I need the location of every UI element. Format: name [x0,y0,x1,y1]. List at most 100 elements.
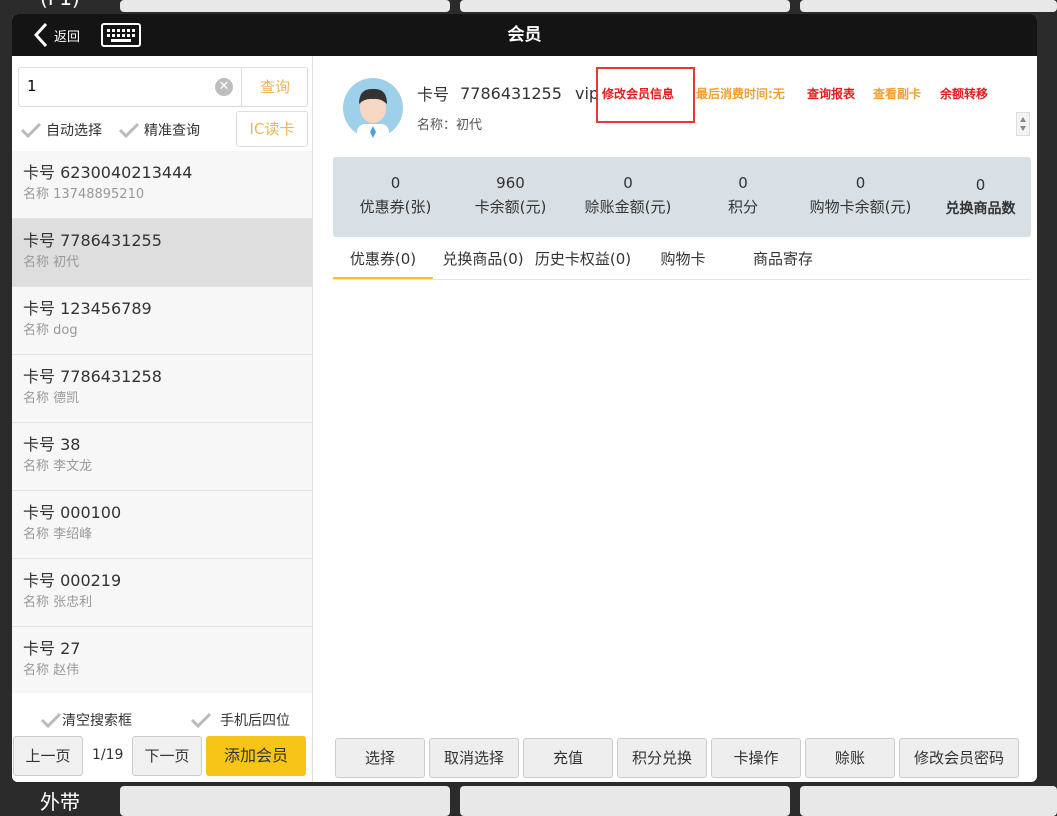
member-card-number: 卡号 27 [23,639,81,658]
member-card-number: 卡号 000219 [23,571,122,590]
stat-value: 0 [623,174,633,192]
member-list-item[interactable]: 卡号 123456789 名称 dog [12,287,312,355]
view-sub-card-link[interactable]: 查看副卡 [873,85,921,102]
member-card-number: 卡号 000100 [23,503,122,522]
stat-label: 兑换商品数 [945,201,1016,217]
detail-tab[interactable]: 购物卡 [643,243,723,277]
stat-label: 积分 [727,198,758,216]
member-name: 名称 李文龙 [23,459,93,474]
add-member-button[interactable]: 添加会员 [206,736,306,776]
background-tile [120,786,450,816]
action-button[interactable]: 选择 [335,738,425,778]
background-label-top: (F1) [40,0,80,10]
list-options: 清空搜索框 手机后四位 [12,708,312,732]
detail-tab[interactable]: 优惠券(0) [333,243,433,279]
edit-member-info-link[interactable]: 修改会员信息 [602,85,674,102]
member-list-item[interactable]: 卡号 000219 名称 张忠利 [12,559,312,627]
stat-label: 卡余额(元) [474,198,547,216]
page-indicator: 1/19 [92,747,124,763]
check-icon [118,122,140,139]
member-card-number: 卡号 38 [23,435,81,454]
action-button[interactable]: 取消选择 [429,738,519,778]
stat-value: 0 [390,174,401,192]
member-level: vip [575,83,600,103]
dialog-title: 会员 [507,25,542,45]
prev-page-button[interactable]: 上一页 [13,736,83,776]
scroll-spinner[interactable] [1016,112,1030,136]
ic-read-card-button[interactable]: IC读卡 [236,111,308,147]
background-tile [460,786,790,816]
title-bar: 返回 会员 [12,14,1037,56]
background-tile [120,0,450,12]
member-name: 名称 初代 [23,255,80,270]
clear-search-option[interactable]: 清空搜索框 [40,708,132,732]
card-number: 7786431255 [460,83,562,103]
query-button[interactable]: 查询 [241,68,308,106]
member-list-item[interactable]: 卡号 000100 名称 李绍峰 [12,491,312,559]
avatar [343,78,403,138]
background-label-bottom: 外带 [40,790,80,814]
next-page-button[interactable]: 下一页 [132,736,202,776]
user-avatar-icon [357,88,389,138]
member-list-panel: ✕ 查询 自动选择 精准查询 IC读卡 卡号 6230040213444 名称 1… [12,56,313,782]
member-card-line: 卡号 7786431255 vip [417,81,599,105]
member-list: 卡号 6230040213444 名称 13748895210 卡号 7786431… [12,151,312,693]
stat-item: 960 卡余额(元) [463,171,558,231]
stats-bar: 0 优惠券(张) 960 卡余额(元) 0 赊账金额(元) 0 积分 0 购物卡余额(元) 0 兑换商… [333,157,1031,237]
detail-tabs: 优惠券(0) 兑换商品(0) 历史卡权益(0) 购物卡 商品寄存 [333,243,1031,280]
member-dialog: 返回 会员 ✕ 查询 自动选择 精准查询 [12,14,1037,782]
stat-value: 0 [855,174,866,192]
back-label: 返回 [54,29,81,45]
query-report-link[interactable]: 查询报表 [807,85,855,102]
keyboard-button[interactable] [101,23,141,47]
check-icon [190,712,212,729]
member-name: 名称 张忠利 [23,595,93,610]
stat-label: 赊账金额(元) [584,198,672,216]
member-name: 名称 dog [23,323,78,338]
member-card-number: 卡号 123456789 [23,299,152,318]
phone-last4-option[interactable]: 手机后四位 [190,708,290,732]
exact-query-option[interactable]: 精准查询 [118,118,200,142]
background-tile [800,786,1057,816]
detail-tab[interactable]: 历史卡权益(0) [531,243,635,277]
member-list-item[interactable]: 卡号 38 名称 李文龙 [12,423,312,491]
stat-item: 0 兑换商品数 [933,173,1028,233]
action-button[interactable]: 修改会员密码 [899,738,1019,778]
background-tile [460,0,790,12]
member-list-item[interactable]: 卡号 7786431255 名称 初代 [12,219,312,287]
back-button[interactable]: 返回 [34,20,80,50]
phone-last4-label: 手机后四位 [220,713,290,729]
balance-transfer-link[interactable]: 余额转移 [940,85,988,102]
member-card-number: 卡号 7786431258 [23,367,162,386]
member-list-item[interactable]: 卡号 27 名称 赵伟 [12,627,312,693]
exact-query-label: 精准查询 [144,123,200,139]
action-button[interactable]: 赊账 [805,738,895,778]
check-icon [20,122,42,139]
action-bar: 选择 取消选择 充值 积分兑换 卡操作 赊账 修改会员密码 [333,738,1031,778]
member-card-number: 卡号 7786431255 [23,231,162,250]
pager: 上一页 1/19 下一页 添加会员 [12,736,312,776]
last-consume-time: 最后消费时间:无 [696,87,785,101]
auto-select-label: 自动选择 [46,123,102,139]
stat-item: 0 优惠券(张) [348,171,443,231]
member-name: 名称：初代 [417,118,483,133]
stat-label: 优惠券(张) [359,198,432,216]
search-box: ✕ 查询 [18,67,308,107]
action-button[interactable]: 积分兑换 [617,738,707,778]
clear-icon[interactable]: ✕ [215,78,233,96]
detail-tab[interactable]: 商品寄存 [735,243,831,277]
auto-select-option[interactable]: 自动选择 [20,118,102,142]
member-card-number: 卡号 6230040213444 [23,163,193,182]
member-detail-panel: 卡号 7786431255 vip 修改会员信息 最后消费时间:无 查询报表 查… [313,56,1037,782]
clear-search-label: 清空搜索框 [62,713,132,729]
check-icon [40,712,62,729]
action-button[interactable]: 充值 [523,738,613,778]
detail-tab[interactable]: 兑换商品(0) [437,243,529,277]
member-list-item[interactable]: 卡号 6230040213444 名称 13748895210 [12,151,312,219]
member-list-item[interactable]: 卡号 7786431258 名称 德凯 [12,355,312,423]
member-name: 名称 德凯 [23,391,80,406]
chevron-left-icon [34,22,48,48]
search-input[interactable] [19,68,223,104]
action-button[interactable]: 卡操作 [711,738,801,778]
stat-item: 0 积分 [693,171,793,231]
